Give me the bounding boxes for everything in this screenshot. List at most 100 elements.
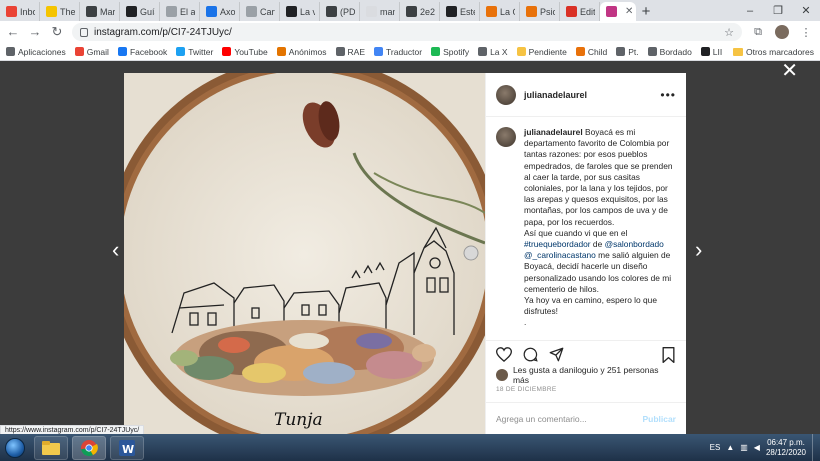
taskbar-explorer[interactable] bbox=[34, 435, 68, 460]
close-tab-icon[interactable]: ✕ bbox=[625, 6, 633, 17]
likes-summary[interactable]: Les gusta a daniloguio y 251 personas má… bbox=[486, 365, 686, 385]
extensions-icon[interactable]: ⧉ bbox=[750, 24, 766, 40]
tab-title: Carta bbox=[260, 6, 275, 17]
tab-favicon-icon bbox=[86, 6, 97, 17]
hashtag-link[interactable]: #truequebordador bbox=[524, 239, 591, 249]
network-icon[interactable]: ▥ bbox=[740, 443, 748, 452]
clock[interactable]: 06:47 p.m. 28/12/2020 bbox=[766, 438, 806, 458]
caption-avatar[interactable] bbox=[496, 127, 516, 147]
browser-tab[interactable]: Este l bbox=[440, 2, 480, 21]
close-window-button[interactable]: ✕ bbox=[792, 0, 820, 21]
browser-tab[interactable]: Guía bbox=[120, 2, 160, 21]
forward-button[interactable]: → bbox=[28, 25, 42, 39]
share-icon[interactable] bbox=[548, 347, 564, 363]
bookmark-favicon-icon bbox=[478, 47, 488, 56]
browser-tab[interactable]: manu bbox=[360, 2, 400, 21]
bookmark-item[interactable]: Gmail bbox=[74, 46, 109, 57]
bookmark-favicon-icon bbox=[431, 47, 441, 56]
post-date: 18 DE DICIEMBRE bbox=[496, 386, 557, 393]
address-bar[interactable]: instagram.com/p/CI7-24TJUyc/ ☆ bbox=[72, 23, 742, 41]
bookmark-favicon-icon bbox=[176, 47, 186, 56]
windows-logo-icon bbox=[5, 437, 25, 458]
tab-favicon-icon bbox=[6, 6, 17, 17]
bookmark-item[interactable]: Bordado bbox=[647, 47, 692, 57]
caption-text: julianadelaurel Boyacá es mi departament… bbox=[524, 127, 676, 340]
maximize-button[interactable]: ❐ bbox=[764, 0, 792, 21]
browser-tab[interactable]: (PDF) bbox=[320, 2, 360, 21]
bookmark-icon[interactable] bbox=[660, 346, 676, 363]
post-actions bbox=[486, 340, 686, 368]
bookmark-label: Twitter bbox=[188, 46, 214, 57]
comment-icon[interactable] bbox=[522, 347, 538, 363]
browser-tab[interactable]: The S bbox=[40, 2, 80, 21]
bookmark-item[interactable]: Spotify bbox=[431, 47, 469, 57]
start-button[interactable] bbox=[0, 434, 30, 461]
back-button[interactable]: ← bbox=[6, 25, 20, 39]
bookmark-item[interactable]: Pt. bbox=[616, 47, 639, 57]
url-text: instagram.com/p/CI7-24TJUyc/ bbox=[94, 26, 232, 38]
publish-button[interactable]: Publicar bbox=[642, 414, 676, 424]
bookmark-label: LII bbox=[712, 46, 723, 57]
comment-form: Agrega un comentario... Publicar bbox=[486, 402, 686, 434]
browser-tab[interactable]: Axolo bbox=[200, 2, 240, 21]
browser-tab[interactable]: Psico bbox=[520, 2, 560, 21]
next-post-icon[interactable]: › bbox=[695, 239, 702, 261]
bookmark-item[interactable]: Traductor bbox=[374, 47, 422, 57]
browser-tab[interactable]: Carta bbox=[240, 2, 280, 21]
bookmark-label: Gmail bbox=[86, 46, 109, 57]
bookmark-item[interactable]: Child bbox=[575, 46, 608, 57]
show-desktop-button[interactable] bbox=[812, 434, 820, 461]
language-indicator[interactable]: ES bbox=[710, 443, 721, 452]
browser-tab[interactable]: La Or bbox=[480, 2, 520, 21]
reload-button[interactable]: ↻ bbox=[50, 25, 64, 39]
bookmark-item[interactable]: Aplicaciones bbox=[6, 47, 66, 57]
mention-link-salonbordado[interactable]: @salonbordado bbox=[605, 239, 664, 249]
bookmark-item[interactable]: Twitter bbox=[176, 47, 213, 57]
close-modal-icon[interactable]: ✕ bbox=[781, 61, 798, 81]
menu-icon[interactable]: ⋮ bbox=[798, 24, 814, 40]
browser-tab[interactable]: Inbox bbox=[0, 2, 40, 21]
caption-dot: . bbox=[524, 317, 527, 328]
browser-tab[interactable]: 2e21 bbox=[400, 2, 440, 21]
bookmark-item[interactable]: YouTube bbox=[222, 47, 268, 57]
bookmark-item[interactable]: La X bbox=[478, 47, 508, 57]
other-bookmarks[interactable]: Otros marcadores bbox=[732, 47, 814, 57]
bookmark-label: Child bbox=[587, 46, 608, 57]
profile-avatar[interactable] bbox=[774, 24, 790, 40]
like-heart-icon[interactable] bbox=[496, 347, 512, 363]
browser-tab[interactable]: Ju✕ bbox=[600, 2, 636, 21]
volume-icon[interactable]: ◀ bbox=[754, 443, 760, 452]
browser-tab[interactable]: El atl bbox=[160, 2, 200, 21]
browser-tab[interactable]: Edita bbox=[560, 2, 600, 21]
web-page: ✕ ‹ › Tunja julianadelaurel ••• julianad… bbox=[0, 61, 820, 434]
bookmark-favicon-icon bbox=[6, 47, 15, 56]
more-options-icon[interactable]: ••• bbox=[660, 88, 676, 102]
caption-paragraph-1: Boyacá es mi departamento favorito de Co… bbox=[524, 127, 673, 227]
tab-title: Marg bbox=[100, 6, 115, 17]
browser-tab[interactable]: Marg bbox=[80, 2, 120, 21]
show-hidden-icons-icon[interactable]: ▲ bbox=[726, 443, 734, 452]
avatar[interactable] bbox=[496, 84, 516, 105]
bookmark-favicon-icon bbox=[117, 47, 127, 56]
browser-toolbar: ← → ↻ instagram.com/p/CI7-24TJUyc/ ☆ ⧉ ⋮ bbox=[0, 21, 820, 43]
bookmark-star-icon[interactable]: ☆ bbox=[724, 26, 734, 39]
caption-username[interactable]: julianadelaurel bbox=[524, 127, 583, 137]
mention-link-carolinacastano[interactable]: @_carolinacastano bbox=[524, 250, 596, 260]
bookmark-item[interactable]: Anónimos bbox=[276, 47, 327, 57]
post-side-panel: julianadelaurel ••• julianadelaurel Boya… bbox=[485, 73, 686, 434]
bookmark-item[interactable]: Facebook bbox=[117, 47, 167, 57]
bookmark-item[interactable]: RAE bbox=[335, 47, 365, 57]
tab-favicon-icon bbox=[246, 6, 257, 17]
taskbar-chrome[interactable] bbox=[72, 435, 106, 460]
post-username[interactable]: julianadelaurel bbox=[524, 90, 587, 100]
minimize-button[interactable]: – bbox=[736, 0, 764, 21]
caption-paragraph-2b: de bbox=[590, 239, 605, 250]
new-tab-button[interactable]: + bbox=[636, 2, 656, 21]
bookmark-item[interactable]: Pendiente bbox=[516, 47, 567, 57]
taskbar-word[interactable]: W bbox=[110, 435, 144, 460]
comment-input[interactable]: Agrega un comentario... bbox=[496, 414, 642, 424]
tab-favicon-icon bbox=[286, 6, 297, 17]
previous-post-icon[interactable]: ‹ bbox=[112, 239, 119, 261]
bookmark-item[interactable]: LII bbox=[700, 46, 723, 57]
browser-tab[interactable]: La vid bbox=[280, 2, 320, 21]
